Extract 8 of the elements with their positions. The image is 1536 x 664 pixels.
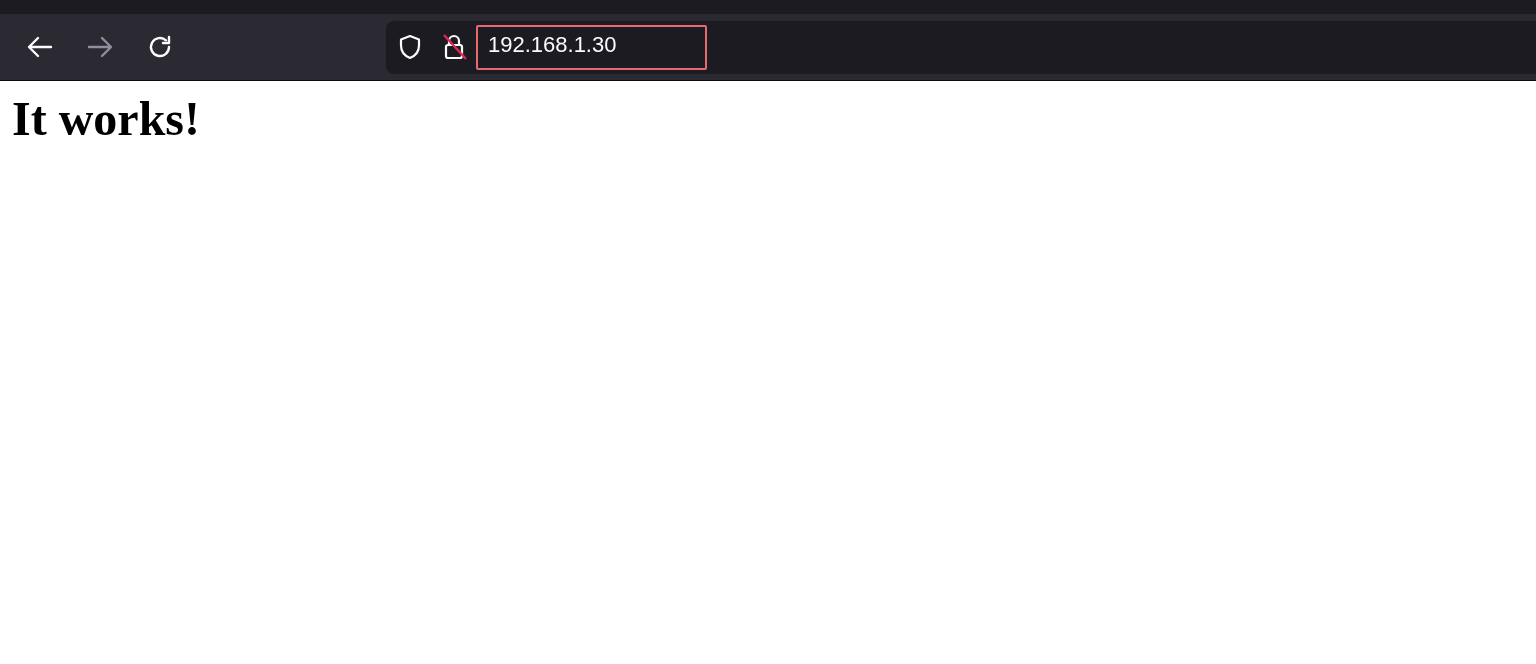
- shield-icon[interactable]: [398, 34, 422, 60]
- reload-icon: [147, 34, 173, 60]
- url-text[interactable]: 192.168.1.30: [476, 24, 707, 70]
- page-heading: It works!: [12, 91, 200, 146]
- left-arrow-icon: [27, 36, 53, 58]
- address-bar[interactable]: 192.168.1.30: [386, 20, 1536, 74]
- right-arrow-icon: [87, 36, 113, 58]
- lock-icon[interactable]: [442, 33, 468, 61]
